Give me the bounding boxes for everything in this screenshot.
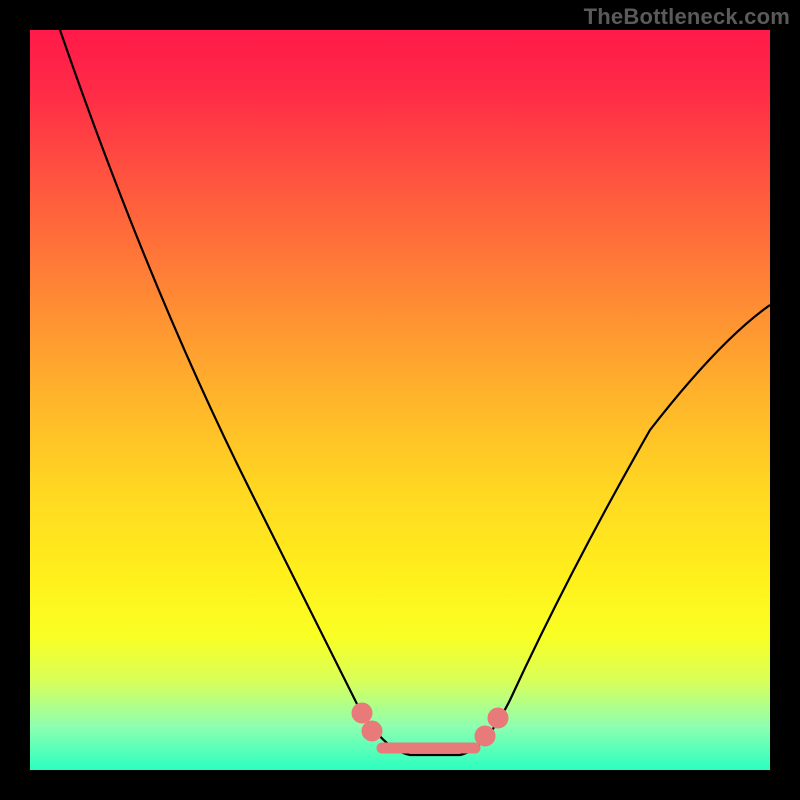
curve-svg [30, 30, 770, 770]
bottleneck-curve-line [60, 30, 770, 755]
highlight-segment [356, 707, 504, 748]
watermark-text: TheBottleneck.com [584, 4, 790, 30]
plot-area [30, 30, 770, 770]
chart-frame: TheBottleneck.com [0, 0, 800, 800]
